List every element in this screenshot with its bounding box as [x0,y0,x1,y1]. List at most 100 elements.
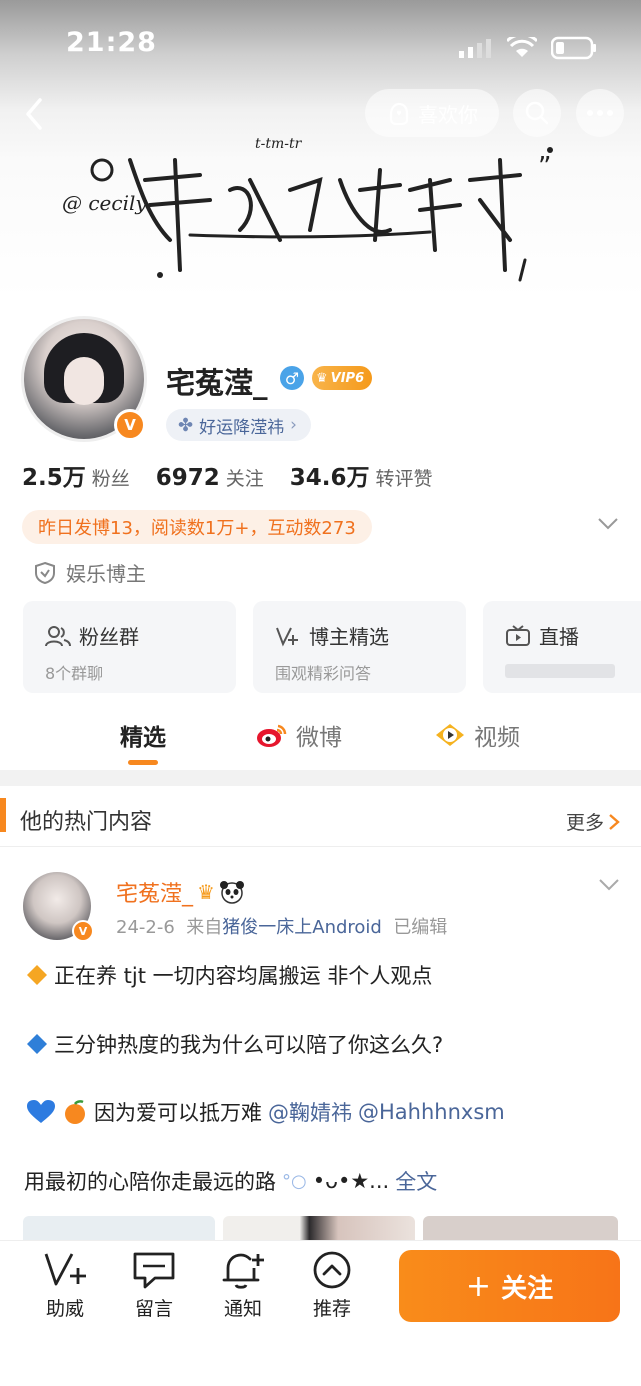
full-text-link[interactable]: 全文 [395,1166,437,1196]
back-button[interactable] [18,92,58,136]
live-tv-icon [506,624,530,646]
v-plus-icon [44,1253,86,1286]
more-link[interactable]: 更多 [566,808,620,835]
post-line: 正在养 tjt 一切内容均属搬运 非个人观点 [26,960,432,990]
post-edited: 已编辑 [393,917,448,938]
clover-icon: ✤ [178,414,194,436]
post-author-name: 宅菟滢_ [116,882,194,907]
profile-name: 宅菟滢_ [166,366,268,400]
card-title: 粉丝群 [79,625,139,649]
chevron-right-icon: › [290,415,297,435]
tab-label: 视频 [474,725,520,751]
crown-badge-icon: ♛ [197,880,215,904]
post-author[interactable]: 宅菟滢_ ♛ [116,876,245,908]
system-icons [459,28,597,68]
stat-value: 34.6万 [289,465,370,491]
plus-icon: + [465,1268,492,1304]
mention-link[interactable]: @鞠婧祎 [268,1097,352,1127]
profile-page: @ cecily t-tm-tr ” 21:28 喜欢你 V 宅菟滢_ ♂ ♛ … [0,0,641,1386]
svg-text:t-tm-tr: t-tm-tr [255,136,303,152]
group-icon [45,625,71,646]
fortune-label: 好运降滢祎 [199,417,285,438]
post-from: 来自 [186,917,223,938]
section-divider [0,770,641,786]
recommend-button[interactable]: 推荐 [297,1250,367,1321]
male-gender-icon: ♂ [280,366,304,390]
more-options-button[interactable] [576,89,624,137]
bottom-item-label: 通知 [223,1298,262,1320]
card-title: 博主精选 [309,625,389,649]
post-source[interactable]: 猪俊一床上Android [222,917,382,938]
bubbles-icon: °○ [282,1170,307,1192]
tag-label: 娱乐博主 [66,562,146,586]
shield-icon [35,561,55,584]
stat-value: 2.5万 [22,465,86,491]
stat-value: 6972 [155,465,220,491]
tab-featured[interactable]: 精选 [120,718,166,752]
chevron-right-icon [609,813,620,830]
mention-link[interactable]: @Hahhhnxsm [358,1100,505,1124]
stat-following[interactable]: 6972 关注 [156,464,264,491]
fortune-badge[interactable]: ✤ 好运降滢祎 › [166,409,311,441]
vip-label: VIP6 [330,370,365,386]
chevron-down-icon[interactable] [597,877,621,893]
wifi-icon [507,37,537,57]
v-plus-icon [276,627,298,646]
vip-badge[interactable]: ♛ VIP6 [312,366,373,390]
divider-line [0,846,641,847]
like-label: 喜欢你 [418,102,478,127]
stat-label: 关注 [225,468,264,490]
fan-group-card[interactable]: 粉丝群 8个群聊 [23,601,236,693]
follow-button[interactable]: + 关注 [399,1250,620,1322]
search-button[interactable] [513,89,561,137]
bottom-item-label: 推荐 [312,1298,351,1320]
post-date: 24-2-6 [116,917,175,938]
notify-button[interactable]: 通知 [208,1250,278,1321]
cheer-button[interactable]: 助威 [30,1250,100,1321]
blogger-picks-card[interactable]: 博主精选 围观精彩问答 [253,601,466,693]
hand-heart-icon [389,102,409,126]
back-arrow-icon [26,98,42,130]
activity-summary[interactable]: 昨日发博13，阅读数1万+，互动数273 [22,510,372,544]
stat-fans[interactable]: 2.5万 粉丝 [22,458,130,492]
stat-label: 粉丝 [91,468,130,490]
live-card[interactable]: 直播 [483,601,641,693]
card-subtitle: 围观精彩问答 [275,664,372,683]
message-button[interactable]: 留言 [119,1250,189,1321]
bottom-item-label: 助威 [45,1298,84,1320]
orange-diamond-icon [27,965,47,985]
tab-label: 精选 [120,725,166,751]
tab-label: 微博 [296,725,342,751]
blue-diamond-icon [27,1034,47,1054]
category-tag[interactable]: 娱乐博主 [34,558,146,587]
crown-icon: ♛ [316,370,328,386]
stat-interactions[interactable]: 34.6万 转评赞 [290,458,433,492]
like-button[interactable]: 喜欢你 [365,89,499,137]
card-subtitle: 8个群聊 [45,664,104,683]
search-icon [525,101,549,125]
bottom-item-label: 留言 [134,1298,173,1320]
section-title: 他的热门内容 [20,810,153,835]
card-title: 直播 [539,625,579,649]
signal-icon [459,39,491,58]
profile-stats: 2.5万 粉丝 6972 关注 34.6万 转评赞 [22,458,433,492]
post-meta: 24-2-6 来自猪俊一床上Android 已编辑 [116,913,447,939]
post-line: 三分钟热度的我为什么可以陪了你这么久? [26,1029,443,1059]
blue-heart-icon [27,1100,55,1123]
card-subtitle-blurred [505,664,615,678]
panda-icon [219,881,244,904]
post-line: 用最初的心陪你走最远的路 °○ •ᴗ•★... 全文 [24,1166,437,1196]
more-dots-icon [587,110,613,116]
verified-badge-icon: V [114,409,146,441]
stat-label: 转评赞 [375,468,433,490]
banner-calligraphy-art: @ cecily t-tm-tr ” [62,136,553,282]
video-logo-icon [436,724,464,746]
chevron-down-icon[interactable] [596,516,620,532]
section-accent-bar [0,798,6,832]
tab-weibo[interactable]: 微博 [256,718,342,752]
status-time: 21:28 [66,26,157,58]
recommend-icon [313,1251,351,1289]
tab-video[interactable]: 视频 [434,718,520,752]
weibo-logo-icon [257,724,287,747]
battery-icon [551,36,596,60]
